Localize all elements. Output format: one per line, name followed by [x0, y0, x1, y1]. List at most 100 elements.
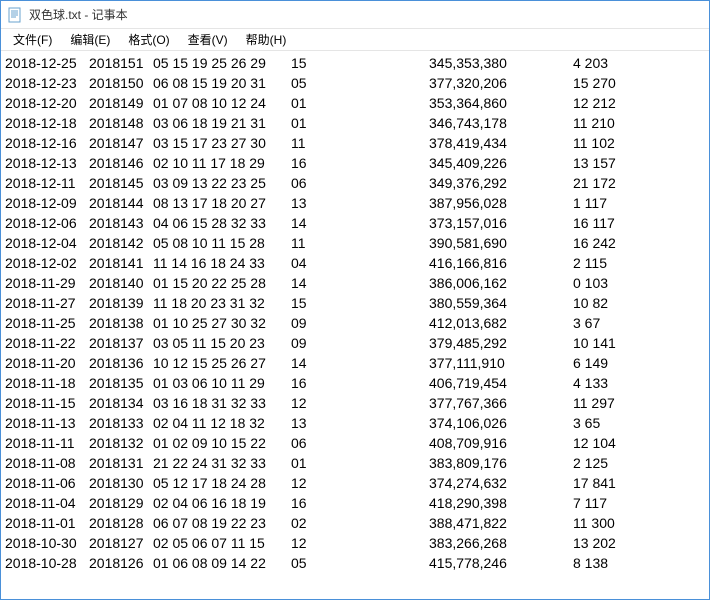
prize-cell: 12 212 [573, 93, 703, 113]
issue-cell: 2018139 [89, 293, 153, 313]
issue-cell: 2018126 [89, 553, 153, 573]
issue-cell: 2018136 [89, 353, 153, 373]
text-line: 2018-11-11201813201 02 09 10 15 2206408,… [5, 433, 703, 453]
date-cell: 2018-12-11 [5, 173, 89, 193]
issue-cell: 2018147 [89, 133, 153, 153]
date-cell: 2018-11-08 [5, 453, 89, 473]
sales-cell: 418,290,398 [429, 493, 573, 513]
issue-cell: 2018128 [89, 513, 153, 533]
issue-cell: 2018137 [89, 333, 153, 353]
text-line: 2018-11-04201812902 04 06 16 18 1916418,… [5, 493, 703, 513]
prize-cell: 11 102 [573, 133, 703, 153]
text-editor[interactable]: 2018-12-25201815105 15 19 25 26 2915345,… [1, 51, 709, 599]
issue-cell: 2018134 [89, 393, 153, 413]
blue-cell: 16 [291, 153, 429, 173]
blue-cell: 04 [291, 253, 429, 273]
sales-cell: 377,111,910 [429, 353, 573, 373]
prize-cell: 7 117 [573, 493, 703, 513]
issue-cell: 2018151 [89, 53, 153, 73]
menu-format[interactable]: 格式(O) [120, 29, 177, 50]
blue-cell: 05 [291, 553, 429, 573]
text-line: 2018-10-28201812601 06 08 09 14 2205415,… [5, 553, 703, 573]
issue-cell: 2018135 [89, 373, 153, 393]
text-line: 2018-12-06201814304 06 15 28 32 3314373,… [5, 213, 703, 233]
sales-cell: 387,956,028 [429, 193, 573, 213]
date-cell: 2018-11-25 [5, 313, 89, 333]
text-line: 2018-11-15201813403 16 18 31 32 3312377,… [5, 393, 703, 413]
balls-cell: 01 03 06 10 11 29 [153, 373, 291, 393]
blue-cell: 06 [291, 173, 429, 193]
menubar: 文件(F) 编辑(E) 格式(O) 查看(V) 帮助(H) [1, 29, 709, 51]
prize-cell: 10 82 [573, 293, 703, 313]
sales-cell: 346,743,178 [429, 113, 573, 133]
prize-cell: 6 149 [573, 353, 703, 373]
issue-cell: 2018148 [89, 113, 153, 133]
sales-cell: 380,559,364 [429, 293, 573, 313]
titlebar[interactable]: 双色球.txt - 记事本 [1, 1, 709, 29]
text-line: 2018-11-01201812806 07 08 19 22 2302388,… [5, 513, 703, 533]
content-area: 2018-12-25201815105 15 19 25 26 2915345,… [1, 51, 709, 599]
date-cell: 2018-11-13 [5, 413, 89, 433]
balls-cell: 06 07 08 19 22 23 [153, 513, 291, 533]
prize-cell: 11 300 [573, 513, 703, 533]
text-line: 2018-12-13201814602 10 11 17 18 2916345,… [5, 153, 703, 173]
prize-cell: 1 117 [573, 193, 703, 213]
date-cell: 2018-10-30 [5, 533, 89, 553]
sales-cell: 349,376,292 [429, 173, 573, 193]
text-line: 2018-12-09201814408 13 17 18 20 2713387,… [5, 193, 703, 213]
date-cell: 2018-11-01 [5, 513, 89, 533]
notepad-window: 双色球.txt - 记事本 文件(F) 编辑(E) 格式(O) 查看(V) 帮助… [0, 0, 710, 600]
issue-cell: 2018149 [89, 93, 153, 113]
balls-cell: 03 09 13 22 23 25 [153, 173, 291, 193]
blue-cell: 01 [291, 453, 429, 473]
text-line: 2018-12-23201815006 08 15 19 20 3105377,… [5, 73, 703, 93]
issue-cell: 2018127 [89, 533, 153, 553]
date-cell: 2018-11-15 [5, 393, 89, 413]
menu-help[interactable]: 帮助(H) [238, 29, 295, 50]
text-line: 2018-12-25201815105 15 19 25 26 2915345,… [5, 53, 703, 73]
balls-cell: 11 14 16 18 24 33 [153, 253, 291, 273]
blue-cell: 12 [291, 533, 429, 553]
menu-file[interactable]: 文件(F) [5, 29, 60, 50]
prize-cell: 21 172 [573, 173, 703, 193]
prize-cell: 3 67 [573, 313, 703, 333]
sales-cell: 353,364,860 [429, 93, 573, 113]
issue-cell: 2018132 [89, 433, 153, 453]
balls-cell: 03 16 18 31 32 33 [153, 393, 291, 413]
issue-cell: 2018131 [89, 453, 153, 473]
sales-cell: 383,266,268 [429, 533, 573, 553]
prize-cell: 13 202 [573, 533, 703, 553]
blue-cell: 16 [291, 493, 429, 513]
blue-cell: 09 [291, 333, 429, 353]
issue-cell: 2018146 [89, 153, 153, 173]
sales-cell: 379,485,292 [429, 333, 573, 353]
blue-cell: 09 [291, 313, 429, 333]
blue-cell: 14 [291, 213, 429, 233]
menu-edit[interactable]: 编辑(E) [62, 29, 118, 50]
menu-view[interactable]: 查看(V) [180, 29, 236, 50]
text-line: 2018-11-27201813911 18 20 23 31 3215380,… [5, 293, 703, 313]
issue-cell: 2018130 [89, 473, 153, 493]
prize-cell: 10 141 [573, 333, 703, 353]
blue-cell: 15 [291, 53, 429, 73]
balls-cell: 03 15 17 23 27 30 [153, 133, 291, 153]
date-cell: 2018-11-20 [5, 353, 89, 373]
balls-cell: 05 15 19 25 26 29 [153, 53, 291, 73]
balls-cell: 01 07 08 10 12 24 [153, 93, 291, 113]
text-line: 2018-11-13201813302 04 11 12 18 3213374,… [5, 413, 703, 433]
sales-cell: 345,409,226 [429, 153, 573, 173]
blue-cell: 12 [291, 473, 429, 493]
sales-cell: 374,106,026 [429, 413, 573, 433]
prize-cell: 16 117 [573, 213, 703, 233]
balls-cell: 21 22 24 31 32 33 [153, 453, 291, 473]
date-cell: 2018-12-18 [5, 113, 89, 133]
window-title: 双色球.txt - 记事本 [29, 6, 128, 23]
balls-cell: 02 04 11 12 18 32 [153, 413, 291, 433]
blue-cell: 01 [291, 113, 429, 133]
date-cell: 2018-12-02 [5, 253, 89, 273]
sales-cell: 408,709,916 [429, 433, 573, 453]
text-line: 2018-11-06201813005 12 17 18 24 2812374,… [5, 473, 703, 493]
text-line: 2018-12-16201814703 15 17 23 27 3011378,… [5, 133, 703, 153]
prize-cell: 4 133 [573, 373, 703, 393]
issue-cell: 2018141 [89, 253, 153, 273]
